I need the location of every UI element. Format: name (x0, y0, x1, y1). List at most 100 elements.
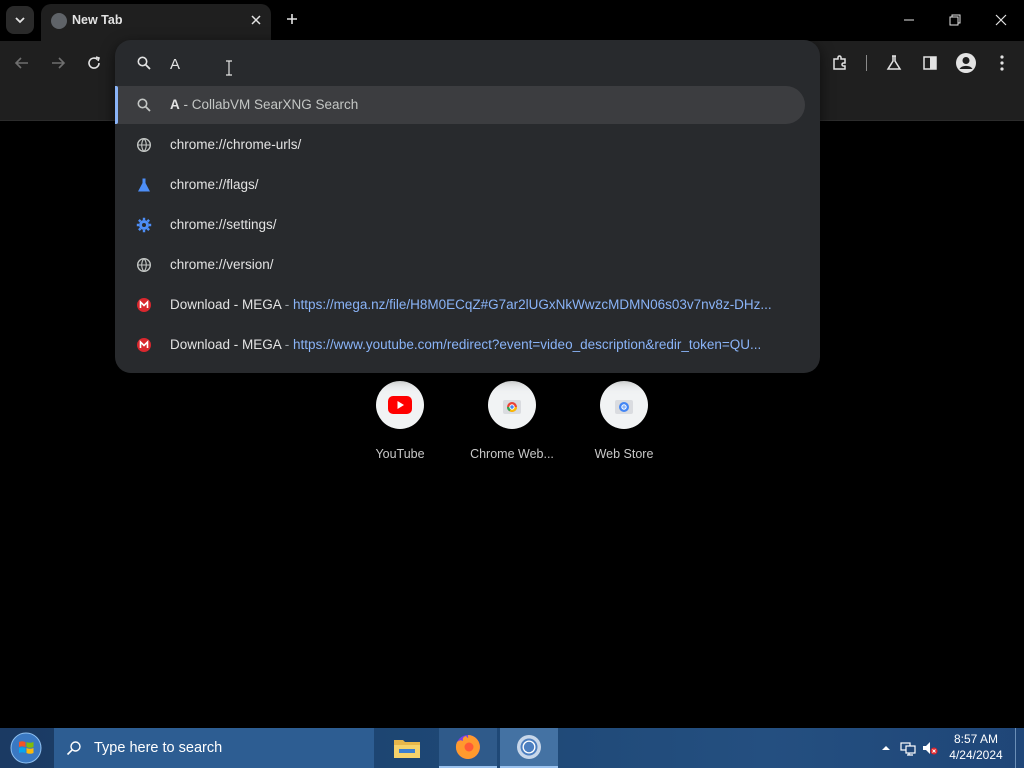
suggestion-url: https://www.youtube.com/redirect?event=v… (293, 337, 762, 352)
suggestion-text: A - CollabVM SearXNG Search (170, 97, 358, 112)
suggestion-mega-1[interactable]: Download - MEGA - https://mega.nz/file/H… (115, 286, 805, 324)
webstore-icon (615, 400, 633, 414)
shortcut-tile (376, 381, 424, 429)
minimize-button[interactable] (889, 4, 929, 36)
shortcut-youtube[interactable]: YouTube (350, 381, 450, 471)
reload-icon (88, 56, 101, 69)
omnibox-input-row (115, 40, 820, 86)
taskbar-search-placeholder: Type here to search (94, 740, 223, 756)
tab-close-button[interactable] (247, 11, 265, 29)
volume-muted-icon (923, 742, 938, 755)
mega-icon (137, 298, 151, 312)
suggestion-query: A (170, 97, 180, 112)
toolbar-separator (866, 55, 867, 71)
tab-new-tab[interactable]: New Tab (41, 4, 271, 41)
tray-volume[interactable] (922, 740, 938, 756)
flask-icon (886, 55, 902, 70)
suggestion-text: Download - MEGA - https://mega.nz/file/H… (170, 297, 772, 312)
suggestion-text: Download - MEGA - https://www.youtube.co… (170, 337, 761, 352)
search-icon (137, 56, 151, 70)
suggestion-separator: - (281, 297, 294, 312)
profile-button[interactable] (952, 49, 980, 77)
suggestion-url: chrome://settings/ (170, 217, 277, 232)
close-icon (995, 14, 1007, 26)
shortcut-tile (488, 381, 536, 429)
shortcut-tile (600, 381, 648, 429)
restore-button[interactable] (935, 4, 975, 36)
suggestion-chrome-settings[interactable]: chrome://settings/ (115, 206, 805, 244)
suggestion-separator: - (281, 337, 294, 352)
suggestion-chrome-version[interactable]: chrome://version/ (115, 246, 805, 284)
back-button[interactable] (8, 49, 36, 77)
taskbar-firefox[interactable] (439, 728, 497, 768)
suggestion-url: chrome://chrome-urls/ (170, 137, 302, 152)
puzzle-icon (833, 55, 846, 70)
menu-button[interactable] (988, 49, 1016, 77)
chevron-down-icon (15, 17, 25, 24)
clock-time: 8:57 AM (953, 732, 999, 746)
windows-logo-icon (10, 732, 42, 764)
forward-button[interactable] (44, 49, 72, 77)
suggestion-title: Download - MEGA (170, 297, 282, 312)
suggestion-url: chrome://version/ (170, 257, 274, 272)
side-panel-button[interactable] (916, 49, 944, 77)
suggestion-search[interactable]: A - CollabVM SearXNG Search (115, 86, 805, 124)
search-icon (66, 741, 81, 756)
tray-network[interactable] (900, 740, 916, 756)
arrow-right-icon (52, 57, 66, 69)
reload-button[interactable] (80, 49, 108, 77)
youtube-icon (388, 396, 412, 414)
taskbar-chrome[interactable] (500, 728, 558, 768)
chrome-icon (503, 400, 521, 414)
globe-icon (136, 137, 152, 153)
start-button[interactable] (6, 730, 46, 766)
kebab-menu-icon (1000, 55, 1004, 71)
network-icon (900, 742, 916, 756)
firefox-icon (455, 735, 480, 759)
shortcut-label: Web Store (594, 447, 654, 461)
suggestion-chrome-urls[interactable]: chrome://chrome-urls/ (115, 126, 805, 164)
favicon-icon (51, 13, 67, 29)
chevron-up-icon (882, 746, 890, 750)
tab-title: New Tab (72, 13, 123, 27)
taskbar-clock[interactable]: 8:57 AM 4/24/2024 (944, 731, 1008, 763)
gear-icon (136, 217, 152, 233)
taskbar: Type here to search 8:57 AM 4/24/2024 (0, 728, 1024, 768)
side-panel-icon (923, 56, 937, 70)
mega-icon (137, 338, 151, 352)
shortcut-web-store[interactable]: Web Store (574, 381, 674, 471)
suggestion-url: chrome://flags/ (170, 177, 259, 192)
folder-icon (394, 740, 420, 758)
shortcut-label: Chrome Web... (470, 447, 554, 461)
close-icon (251, 15, 261, 25)
restore-icon (949, 14, 961, 26)
omnibox-dropdown: A - CollabVM SearXNG Search chrome://chr… (115, 40, 820, 373)
new-tab-button[interactable] (281, 8, 303, 30)
avatar-icon (956, 53, 976, 73)
flask-icon (138, 178, 150, 192)
show-desktop-button[interactable] (1015, 728, 1016, 768)
suggestion-url: https://mega.nz/file/H8M0ECqZ#G7ar2lUGxN… (293, 297, 772, 312)
tab-search-button[interactable] (6, 6, 34, 34)
suggestion-title: Download - MEGA (170, 337, 282, 352)
suggestion-engine: - CollabVM SearXNG Search (179, 97, 359, 112)
labs-button[interactable] (880, 49, 908, 77)
shortcut-chrome-web-store[interactable]: Chrome Web... (462, 381, 562, 471)
globe-icon (136, 257, 152, 273)
tray-overflow-button[interactable] (878, 740, 894, 756)
taskbar-file-explorer[interactable] (378, 728, 436, 768)
tab-strip: New Tab (0, 0, 1024, 41)
omnibox-input[interactable] (170, 53, 790, 75)
minimize-icon (904, 19, 914, 21)
extensions-button[interactable] (826, 49, 854, 77)
text-cursor-icon (226, 60, 232, 76)
plus-icon (287, 14, 297, 24)
clock-date: 4/24/2024 (949, 748, 1003, 762)
arrow-left-icon (14, 57, 28, 69)
taskbar-search-box[interactable]: Type here to search (54, 728, 374, 768)
close-window-button[interactable] (981, 4, 1021, 36)
shortcut-label: YouTube (375, 447, 425, 461)
suggestion-mega-2[interactable]: Download - MEGA - https://www.youtube.co… (115, 326, 805, 364)
chrome-icon (517, 735, 541, 759)
suggestion-chrome-flags[interactable]: chrome://flags/ (115, 166, 805, 204)
